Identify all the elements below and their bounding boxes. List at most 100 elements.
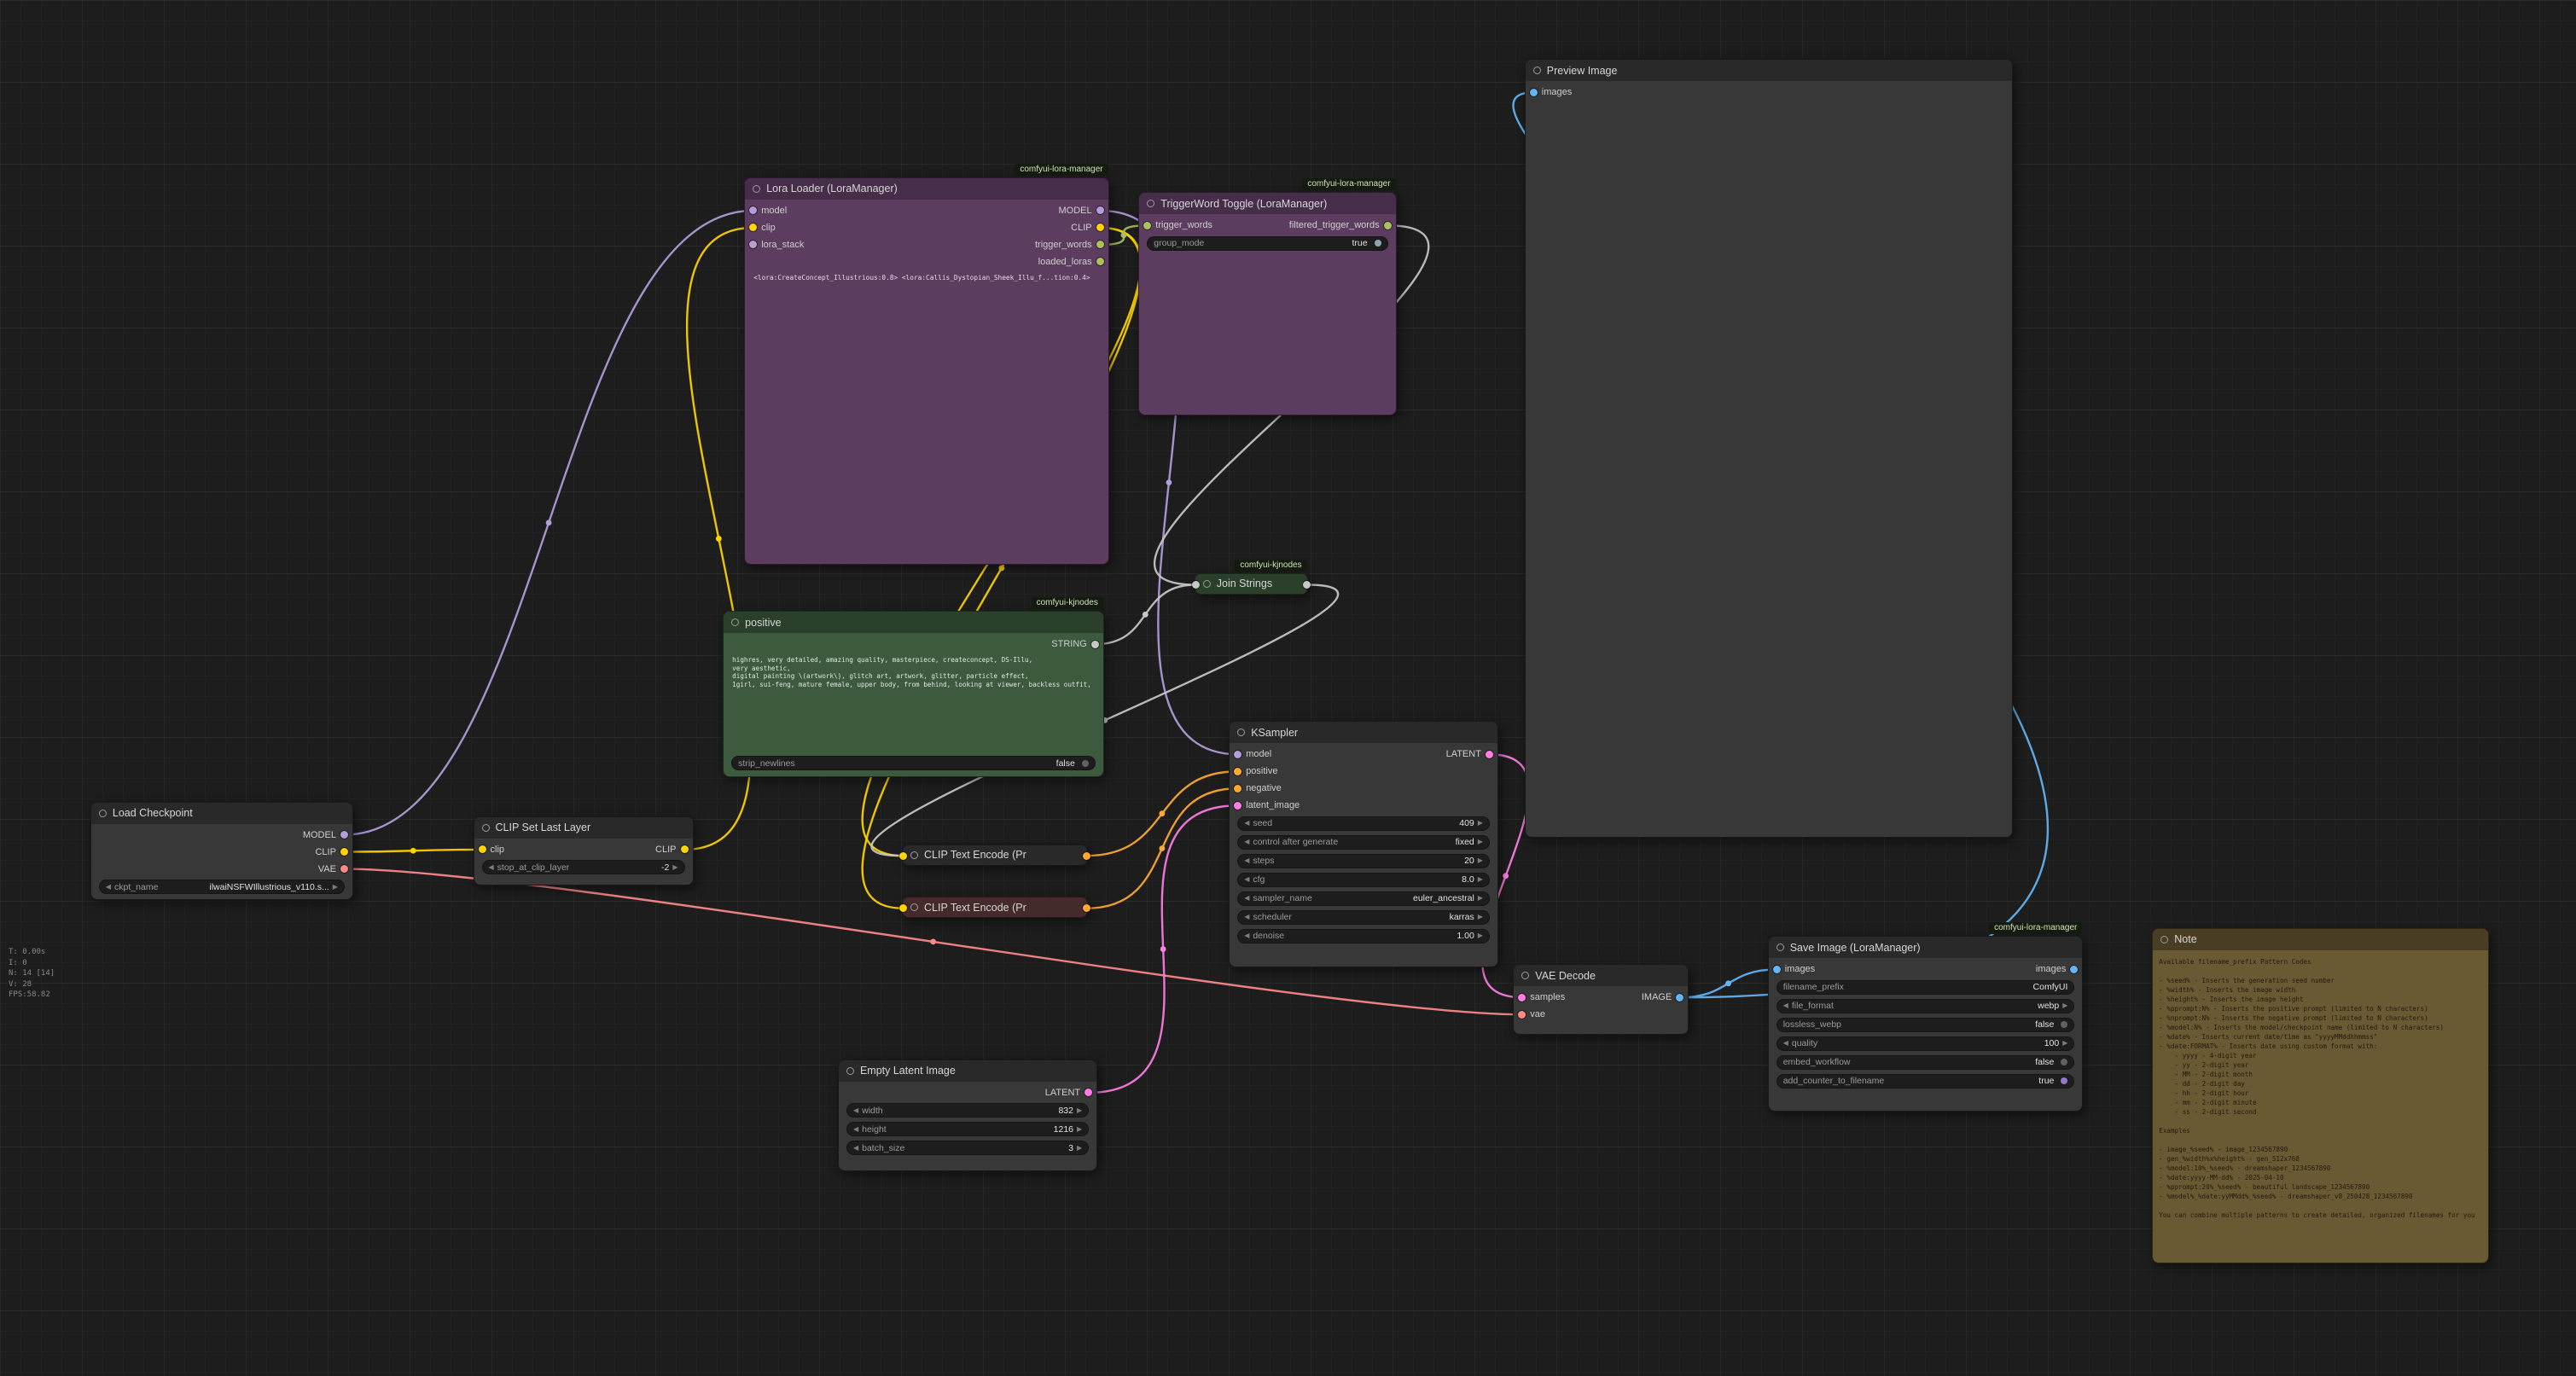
collapse-dot[interactable] — [1203, 580, 1211, 588]
input-slot-trigger-words[interactable]: trigger_words — [1143, 220, 1212, 230]
widget-ckpt-name[interactable]: ckpt_nameilwaiNSFWIllustrious_v110.s... — [99, 880, 345, 894]
input-dot[interactable] — [1234, 768, 1241, 775]
collapse-dot[interactable] — [99, 810, 107, 817]
widget-embed-workflow[interactable]: embed_workflowfalse — [1776, 1055, 2075, 1070]
input-dot[interactable] — [1143, 222, 1151, 229]
input-dot[interactable] — [749, 224, 757, 231]
input-dot[interactable] — [1518, 994, 1526, 1002]
input-dot[interactable] — [1234, 751, 1241, 758]
output-slot-trigger-words[interactable]: trigger_words — [1035, 240, 1104, 250]
increment-arrow[interactable] — [1478, 820, 1483, 827]
collapsed-output-slot[interactable] — [1303, 581, 1311, 589]
output-slot-latent[interactable]: LATENT — [1045, 1088, 1092, 1098]
input-dot[interactable] — [1234, 802, 1241, 810]
toggle-indicator[interactable] — [2061, 1059, 2067, 1065]
collapsed-input-slot[interactable] — [1192, 581, 1200, 589]
input-dot[interactable] — [1518, 1011, 1526, 1019]
widget-add-counter-to-filename[interactable]: add_counter_to_filenametrue — [1776, 1074, 2075, 1089]
decrement-arrow[interactable] — [1244, 895, 1249, 902]
output-dot[interactable] — [1096, 206, 1104, 214]
widget-filename-prefix[interactable]: filename_prefixComfyUI — [1776, 980, 2075, 995]
output-dot[interactable] — [1096, 258, 1104, 265]
node-title[interactable]: Load Checkpoint — [91, 803, 352, 824]
collapse-dot[interactable] — [910, 903, 918, 911]
node-title[interactable]: CLIP Text Encode (Pr — [903, 845, 1087, 865]
output-dot[interactable] — [340, 865, 348, 873]
node-save-image[interactable]: comfyui-lora-managerSave Image (LoraMana… — [1768, 936, 2084, 1112]
increment-arrow[interactable] — [2062, 1040, 2067, 1047]
decrement-arrow[interactable] — [853, 1107, 858, 1114]
output-dot[interactable] — [1096, 224, 1104, 231]
decrement-arrow[interactable] — [1244, 914, 1249, 920]
node-title[interactable]: positive — [724, 612, 1103, 633]
text-widget[interactable]: Available filename_prefix Pattern Codes … — [2159, 957, 2482, 1220]
widget-control-after-generate[interactable]: control after generatefixed — [1237, 835, 1490, 850]
widget-stop-at-clip-layer[interactable]: stop_at_clip_layer-2 — [482, 860, 685, 874]
output-dot[interactable] — [681, 845, 689, 853]
increment-arrow[interactable] — [1077, 1126, 1082, 1133]
output-dot[interactable] — [340, 831, 348, 839]
collapse-dot[interactable] — [731, 618, 739, 626]
node-ksampler[interactable]: KSamplermodelLATENTpositivenegativelaten… — [1229, 721, 1498, 967]
decrement-arrow[interactable] — [853, 1145, 858, 1152]
collapse-dot[interactable] — [846, 1067, 854, 1075]
output-dot[interactable] — [1676, 994, 1683, 1002]
node-title[interactable]: VAE Decode — [1514, 965, 1688, 986]
collapse-dot[interactable] — [1776, 943, 1784, 951]
node-clip-text-encode-1[interactable]: CLIP Text Encode (Pr — [902, 845, 1088, 866]
node-join-strings[interactable]: comfyui-kjnodesJoin Strings — [1195, 573, 1308, 595]
node-triggerword-toggle[interactable]: comfyui-lora-managerTriggerWord Toggle (… — [1138, 192, 1396, 415]
input-slot-latent-image[interactable]: latent_image — [1234, 800, 1300, 810]
output-slot-image[interactable]: IMAGE — [1642, 992, 1683, 1002]
output-dot[interactable] — [340, 848, 348, 856]
output-dot[interactable] — [2070, 966, 2078, 973]
node-clip-set-last-layer[interactable]: CLIP Set Last LayerclipCLIPstop_at_clip_… — [474, 816, 694, 885]
output-dot[interactable] — [1096, 241, 1104, 248]
widget-batch-size[interactable]: batch_size3 — [846, 1141, 1089, 1155]
widget-width[interactable]: width832 — [846, 1103, 1089, 1118]
output-slot-loaded-loras[interactable]: loaded_loras — [1038, 257, 1104, 267]
input-slot-vae[interactable]: vae — [1518, 1009, 1545, 1019]
output-slot-clip[interactable]: CLIP — [1071, 223, 1103, 233]
input-slot-lora-stack[interactable]: lora_stack — [749, 240, 804, 250]
output-slot-filtered-trigger-words[interactable]: filtered_trigger_words — [1289, 220, 1392, 230]
input-slot-clip[interactable]: clip — [479, 845, 505, 855]
widget-lossless-webp[interactable]: lossless_webpfalse — [1776, 1018, 2075, 1032]
input-dot[interactable] — [479, 845, 486, 853]
collapse-dot[interactable] — [1533, 67, 1541, 74]
node-empty-latent[interactable]: Empty Latent ImageLATENTwidth832height12… — [838, 1060, 1097, 1171]
node-lora-loader[interactable]: comfyui-lora-managerLora Loader (LoraMan… — [744, 177, 1108, 565]
decrement-arrow[interactable] — [106, 884, 111, 891]
increment-arrow[interactable] — [1077, 1107, 1082, 1114]
node-positive[interactable]: comfyui-kjnodespositiveSTRINGhighres, ve… — [723, 611, 1104, 776]
output-slot-string[interactable]: STRING — [1051, 639, 1099, 649]
widget-height[interactable]: height1216 — [846, 1122, 1089, 1136]
decrement-arrow[interactable] — [853, 1126, 858, 1133]
collapsed-output-slot[interactable] — [1083, 852, 1090, 860]
output-slot-clip[interactable]: CLIP — [315, 847, 347, 857]
text-widget[interactable]: <lora:CreateConcept_Illustrious:0.8> <lo… — [753, 274, 1099, 283]
collapse-dot[interactable] — [482, 824, 490, 832]
node-canvas[interactable]: Load CheckpointMODELCLIPVAEckpt_nameilwa… — [0, 0, 2576, 1376]
input-dot[interactable] — [749, 206, 757, 214]
node-clip-text-encode-2[interactable]: CLIP Text Encode (Pr — [902, 897, 1088, 918]
output-dot[interactable] — [1084, 1089, 1092, 1096]
widget-seed[interactable]: seed409 — [1237, 816, 1490, 831]
collapse-dot[interactable] — [753, 185, 760, 193]
decrement-arrow[interactable] — [1244, 857, 1249, 864]
collapsed-input-slot[interactable] — [899, 852, 907, 860]
widget-sampler-name[interactable]: sampler_nameeuler_ancestral — [1237, 891, 1490, 906]
decrement-arrow[interactable] — [489, 864, 494, 871]
node-preview-image[interactable]: Preview Imageimages — [1525, 59, 2013, 838]
input-slot-images[interactable]: images — [1530, 87, 1572, 97]
node-title[interactable]: TriggerWord Toggle (LoraManager) — [1139, 193, 1395, 214]
node-load-checkpoint[interactable]: Load CheckpointMODELCLIPVAEckpt_nameilwa… — [90, 802, 353, 901]
decrement-arrow[interactable] — [1244, 876, 1249, 883]
toggle-indicator[interactable] — [1082, 760, 1089, 767]
input-dot[interactable] — [749, 241, 757, 248]
widget-group-mode[interactable]: group_modetrue — [1147, 236, 1387, 251]
output-slot-vae[interactable]: VAE — [318, 864, 348, 874]
increment-arrow[interactable] — [1077, 1145, 1082, 1152]
node-vae-decode[interactable]: VAE DecodesamplesIMAGEvae — [1513, 964, 1689, 1035]
input-dot[interactable] — [1234, 785, 1241, 793]
